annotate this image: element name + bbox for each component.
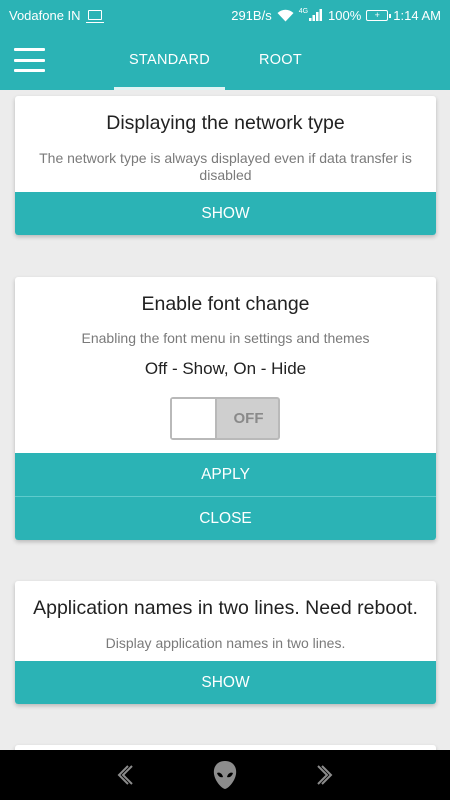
card-description: Display application names in two lines.	[105, 635, 346, 651]
show-button[interactable]: SHOW	[15, 192, 436, 235]
status-bar: Vodafone IN 291B/s 4G 100% + 1:14 AM	[0, 0, 450, 30]
card-network-type: Displaying the network type The network …	[15, 96, 436, 235]
card-title: Application names in two lines. Need reb…	[33, 597, 418, 619]
toggle-knob	[172, 399, 217, 438]
network-speed: 291B/s	[231, 7, 272, 23]
apply-button[interactable]: APPLY	[15, 453, 436, 496]
clock: 1:14 AM	[393, 7, 441, 23]
status-right: 291B/s 4G 100% + 1:14 AM	[231, 8, 441, 23]
network-type-label: 4G	[298, 7, 309, 15]
home-icon[interactable]	[210, 760, 240, 790]
tab-bar: STANDARD ROOT	[114, 30, 336, 90]
card-description: The network type is always displayed eve…	[39, 150, 412, 183]
carrier-name: Vodafone IN	[9, 7, 81, 23]
back-icon[interactable]	[110, 760, 140, 790]
card-app-names: Application names in two lines. Need reb…	[15, 581, 436, 704]
battery-icon: +	[366, 9, 392, 21]
status-left: Vodafone IN	[9, 7, 104, 23]
menu-icon[interactable]	[14, 48, 45, 72]
font-change-toggle[interactable]: OFF	[170, 397, 280, 440]
laptop-icon	[85, 10, 104, 23]
forward-icon[interactable]	[310, 760, 340, 790]
card-title: Displaying the network type	[106, 112, 345, 134]
card-font-change: Enable font change Enabling the font men…	[15, 277, 436, 540]
tab-root[interactable]: ROOT	[225, 30, 336, 90]
signal-icon	[309, 9, 323, 21]
card-title: Enable font change	[141, 293, 310, 315]
close-button[interactable]: CLOSE	[15, 497, 436, 540]
toggle-label: OFF	[233, 410, 264, 427]
navigation-bar	[0, 750, 450, 800]
app-bar: STANDARD ROOT	[0, 30, 450, 90]
card-hint: Off - Show, On - Hide	[144, 359, 307, 378]
show-button[interactable]: SHOW	[15, 661, 436, 704]
tab-standard[interactable]: STANDARD	[114, 30, 225, 90]
wifi-icon	[277, 9, 294, 21]
battery-percent: 100%	[328, 7, 362, 23]
settings-list[interactable]: Displaying the network type The network …	[0, 90, 450, 750]
card-description: Enabling the font menu in settings and t…	[81, 330, 370, 346]
